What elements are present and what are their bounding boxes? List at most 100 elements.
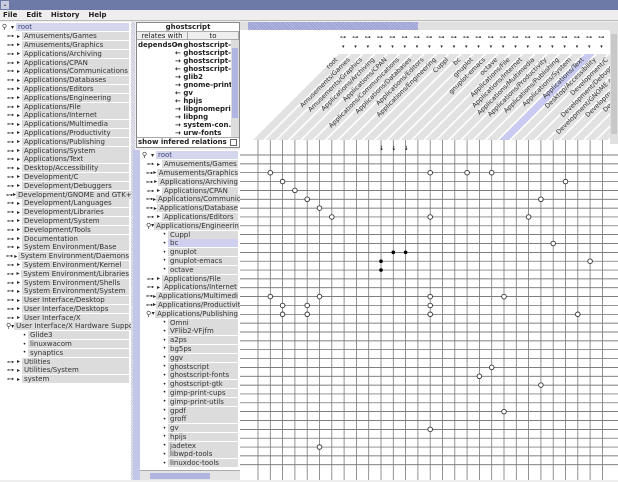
expand-arrow-icon[interactable]: ▸: [15, 41, 22, 48]
tree-row[interactable]: ⊶▸Utilities/System: [0, 366, 131, 375]
node-handle-icon[interactable]: ⊶: [6, 270, 15, 278]
expand-arrow-icon[interactable]: ▸: [15, 33, 22, 40]
tree-row[interactable]: ⊶▸Development/GNOME and GTK+: [0, 190, 131, 199]
expand-arrow-icon[interactable]: ▸: [15, 94, 22, 101]
tree-row[interactable]: ⊶▸Applications/Productivit: [140, 301, 240, 310]
node-handle-icon[interactable]: ⊶: [6, 296, 15, 304]
expand-arrow-icon[interactable]: ▸: [15, 156, 22, 163]
expand-arrow-icon[interactable]: ▸: [15, 297, 22, 304]
tree-row[interactable]: ⊶▸Applications/Multimedi: [140, 292, 240, 301]
mid-tree-hscrollbar[interactable]: [140, 470, 240, 480]
tree-row[interactable]: ⊶▸Amusements/Games: [140, 160, 240, 169]
tree-row[interactable]: •gimp-print-utils: [140, 397, 240, 406]
node-handle-icon[interactable]: ⊶: [6, 235, 15, 243]
node-handle-icon[interactable]: ⊶: [6, 50, 15, 58]
node-handle-icon[interactable]: ⊶: [6, 120, 15, 128]
expand-arrow-icon[interactable]: ▸: [155, 275, 162, 282]
tree-row[interactable]: •ghostscript-gtk: [140, 380, 240, 389]
tree-row[interactable]: ⊶▸Applications/Productivity: [0, 129, 131, 138]
node-handle-icon[interactable]: ⊶: [146, 204, 153, 212]
matrix-hscrollbar[interactable]: [240, 22, 610, 30]
node-handle-icon[interactable]: ⊶: [6, 85, 15, 93]
tree-row[interactable]: ⊶▸Utilities: [0, 357, 131, 366]
expand-arrow-icon[interactable]: ▸: [15, 182, 22, 189]
tree-row[interactable]: ⊶▸Development/Debuggers: [0, 181, 131, 190]
tree-row[interactable]: ⊶▸system: [0, 375, 131, 384]
tree-row[interactable]: •ggv: [140, 353, 240, 362]
tree-row[interactable]: •ghostscript: [140, 362, 240, 371]
expand-arrow-icon[interactable]: ▸: [155, 187, 162, 194]
tree-row[interactable]: ⊶▸Applications/Archiving: [140, 177, 240, 186]
tree-row[interactable]: ⊶▸Development/Libraries: [0, 208, 131, 217]
node-handle-icon[interactable]: ⊶: [6, 261, 15, 269]
column-header-relates[interactable]: relates with: [137, 32, 188, 39]
menu-help[interactable]: Help: [88, 10, 106, 20]
show-inferred-checkbox[interactable]: [230, 139, 237, 146]
expand-arrow-icon[interactable]: ▸: [15, 200, 22, 207]
expand-arrow-icon[interactable]: ▸: [15, 59, 22, 66]
node-handle-icon[interactable]: ⊶: [6, 199, 15, 207]
expand-arrow-icon[interactable]: ▸: [15, 314, 22, 321]
tree-row[interactable]: •bc: [140, 239, 240, 248]
tree-row[interactable]: ⊶▸Development/Tools: [0, 225, 131, 234]
expand-arrow-icon[interactable]: ▸: [15, 77, 22, 84]
relation-target[interactable]: ← ghostscript-...: [175, 49, 239, 57]
node-handle-icon[interactable]: ⊶: [146, 169, 153, 177]
relation-target[interactable]: → gnome-print: [175, 81, 239, 89]
node-handle-icon[interactable]: ⚲: [0, 23, 9, 31]
node-handle-icon[interactable]: ⊶: [6, 191, 13, 199]
expand-arrow-icon[interactable]: ▸: [15, 376, 22, 383]
tree-row[interactable]: ⊶▸Applications/Archiving: [0, 49, 131, 58]
node-handle-icon[interactable]: ⊶: [6, 147, 15, 155]
relation-target[interactable]: ← ghostscript-...: [175, 65, 239, 73]
tree-row[interactable]: •gpdf: [140, 406, 240, 415]
tree-row[interactable]: •bg5ps: [140, 345, 240, 354]
node-handle-icon[interactable]: ⊶: [6, 182, 15, 190]
node-handle-icon[interactable]: ⊶: [6, 226, 15, 234]
node-handle-icon[interactable]: ⊶: [146, 301, 153, 309]
node-handle-icon[interactable]: ⊶: [6, 314, 15, 322]
tree-row[interactable]: ⊶▸User Interface/Desktop: [0, 296, 131, 305]
tree-row[interactable]: ⊶▸User Interface/X: [0, 313, 131, 322]
node-handle-icon[interactable]: ⊶: [6, 243, 15, 251]
node-handle-icon[interactable]: ⊶: [6, 217, 15, 225]
node-handle-icon[interactable]: ⊶: [6, 173, 15, 181]
node-handle-icon[interactable]: ⊶: [146, 195, 153, 203]
tree-row[interactable]: •Cuppl: [140, 230, 240, 239]
expand-arrow-icon[interactable]: ▸: [15, 367, 22, 374]
tree-row[interactable]: •linuxwacom: [0, 340, 131, 349]
tree-row[interactable]: •hpijs: [140, 433, 240, 442]
node-handle-icon[interactable]: ⊶: [6, 59, 15, 67]
collapse-arrow-icon[interactable]: ▾: [149, 152, 156, 159]
tree-row[interactable]: ⊶▸Applications/Multimedia: [0, 120, 131, 129]
tree-row[interactable]: ⊶▸System Environment/Daemons: [0, 252, 131, 261]
tree-row[interactable]: ⊶▸System Environment/Shells: [0, 278, 131, 287]
tree-row[interactable]: ⊶▸Applications/CPAN: [0, 58, 131, 67]
expand-arrow-icon[interactable]: ▸: [15, 279, 22, 286]
node-handle-icon[interactable]: ⊶: [146, 283, 155, 291]
relation-target[interactable]: ← gv: [175, 89, 239, 97]
relation-target[interactable]: → libgnomepri...: [175, 105, 239, 113]
relation-target[interactable]: → glib2: [175, 73, 239, 81]
node-handle-icon[interactable]: ⊶: [6, 94, 15, 102]
expand-arrow-icon[interactable]: ▸: [15, 288, 22, 295]
tree-row[interactable]: •a2ps: [140, 336, 240, 345]
tree-row[interactable]: ⊶▸User Interface/Desktops: [0, 305, 131, 314]
node-handle-icon[interactable]: ⊶: [6, 375, 15, 383]
expand-arrow-icon[interactable]: ▸: [15, 261, 22, 268]
relation-target[interactable]: ← hpijs: [175, 97, 239, 105]
menu-history[interactable]: History: [51, 10, 80, 20]
expand-arrow-icon[interactable]: ▸: [15, 129, 22, 136]
node-handle-icon[interactable]: ⚲: [140, 151, 149, 159]
expand-arrow-icon[interactable]: ▸: [15, 173, 22, 180]
tree-row[interactable]: •groff: [140, 415, 240, 424]
node-handle-icon[interactable]: ⊶: [6, 129, 15, 137]
relations-scrollbar[interactable]: [231, 40, 239, 137]
tree-row[interactable]: ⊶▸Applications/File: [140, 274, 240, 283]
column-header-to[interactable]: to: [188, 32, 239, 39]
node-handle-icon[interactable]: ⊶: [146, 213, 155, 221]
tree-row[interactable]: ⊶▸Applications/Databases: [0, 76, 131, 85]
tree-row[interactable]: •gnuplot-emacs: [140, 257, 240, 266]
tree-row[interactable]: ⊶▸Applications/Publishing: [0, 137, 131, 146]
expand-arrow-icon[interactable]: ▸: [15, 270, 22, 277]
